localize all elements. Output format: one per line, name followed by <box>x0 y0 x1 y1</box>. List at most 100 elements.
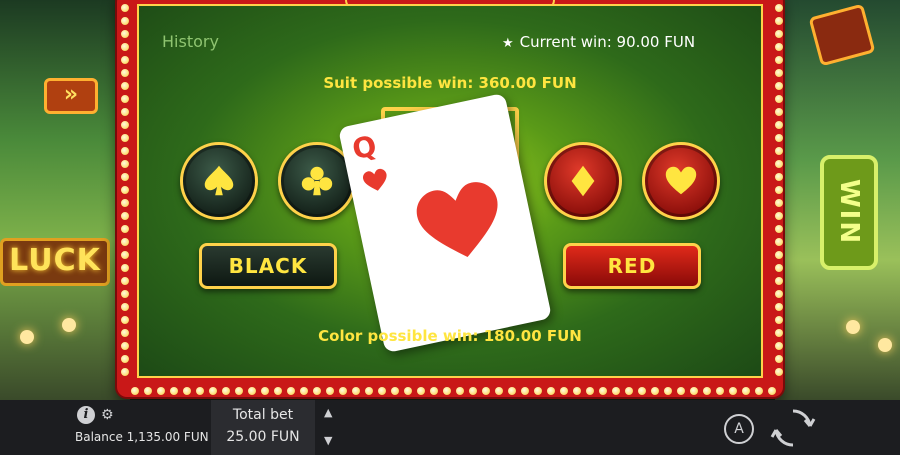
spade-icon <box>204 165 234 196</box>
marquee-bulb <box>183 387 191 395</box>
autoplay-button[interactable]: A <box>724 414 754 444</box>
bet-decrease-icon[interactable]: ▼ <box>324 434 332 447</box>
club-icon <box>301 166 333 196</box>
marquee-bulb <box>121 134 129 142</box>
marquee-bulb <box>775 238 783 246</box>
marquee-bulb <box>775 212 783 220</box>
marquee-bulb <box>121 30 129 38</box>
heart-icon <box>665 166 697 195</box>
heart-icon <box>362 168 387 191</box>
marquee-bulb <box>248 387 256 395</box>
marquee-bulb <box>573 387 581 395</box>
marquee-bulb <box>560 387 568 395</box>
marquee-bulb <box>121 368 129 376</box>
marquee-bulb <box>121 147 129 155</box>
marquee-bulb <box>469 387 477 395</box>
marquee-bulb <box>625 387 633 395</box>
marquee-bulb <box>742 387 750 395</box>
marquee-bulb <box>703 387 711 395</box>
red-button[interactable]: RED <box>563 243 701 289</box>
marquee-bulb <box>121 186 129 194</box>
marquee-bulb <box>209 387 217 395</box>
suit-possible-win: Suit possible win: 360.00 FUN <box>323 74 577 92</box>
current-win: ★ Current win: 90.00 FUN <box>502 33 695 51</box>
marquee-bulb <box>664 387 672 395</box>
marquee-bulb <box>121 225 129 233</box>
marquee-bulb <box>775 43 783 51</box>
marquee-bulb <box>157 387 165 395</box>
marquee-bulb <box>547 387 555 395</box>
marquee-bulb <box>521 387 529 395</box>
marquee-bulb <box>121 43 129 51</box>
gear-icon[interactable]: ⚙ <box>101 407 114 423</box>
marquee-bulb <box>586 387 594 395</box>
marquee-bulb <box>775 17 783 25</box>
marquee-bulb <box>121 290 129 298</box>
marquee-bulb <box>121 121 129 129</box>
marquee-bulb <box>651 387 659 395</box>
marquee-bulb <box>313 387 321 395</box>
marquee-bulb <box>121 199 129 207</box>
marquee-bulb <box>775 134 783 142</box>
marquee-bulb <box>775 368 783 376</box>
marquee-bulb <box>170 387 178 395</box>
marquee-bulb <box>144 387 152 395</box>
current-win-text: Current win: 90.00 FUN <box>519 33 696 51</box>
marquee-bulb <box>775 95 783 103</box>
marquee-bulb <box>690 387 698 395</box>
total-bet-value: 25.00 FUN <box>226 429 300 445</box>
marquee-bulb <box>775 186 783 194</box>
marquee-bulb <box>121 303 129 311</box>
marquee-bulb <box>391 387 399 395</box>
marquee-bulb <box>121 160 129 168</box>
marquee-bulb <box>121 355 129 363</box>
history-link[interactable]: History <box>162 32 219 51</box>
marquee-bulb <box>612 387 620 395</box>
marquee-bulb <box>775 316 783 324</box>
marquee-bulb <box>222 387 230 395</box>
suit-button-heart[interactable] <box>642 142 720 220</box>
marquee-bulb <box>339 387 347 395</box>
marquee-bulb <box>775 147 783 155</box>
marquee-bulb <box>599 387 607 395</box>
marquee-bulb <box>274 387 282 395</box>
marquee-bulb <box>716 387 724 395</box>
marquee-bulb <box>775 355 783 363</box>
marquee-bulb <box>755 387 763 395</box>
marquee-bulb <box>775 277 783 285</box>
marquee-bulb <box>775 303 783 311</box>
balance: Balance 1,135.00 FUN <box>75 430 209 444</box>
marquee-bulb <box>430 387 438 395</box>
heart-icon <box>416 182 498 258</box>
marquee-bulb <box>121 316 129 324</box>
marquee-bulb <box>121 212 129 220</box>
marquee-bulb <box>121 4 129 12</box>
marquee-bulb <box>638 387 646 395</box>
marquee-bulb <box>775 173 783 181</box>
marquee-bulb <box>456 387 464 395</box>
marquee-bulb <box>261 387 269 395</box>
marquee-bulb <box>196 387 204 395</box>
marquee-bulb <box>121 173 129 181</box>
marquee-bulb <box>775 290 783 298</box>
marquee-bulb <box>352 387 360 395</box>
marquee-bulb <box>235 387 243 395</box>
spin-icon[interactable] <box>770 405 816 451</box>
info-icon[interactable]: i <box>77 406 95 424</box>
marquee-bulb <box>300 387 308 395</box>
marquee-bulb <box>131 387 139 395</box>
bet-increase-icon[interactable]: ▲ <box>324 406 332 419</box>
marquee-bulb <box>775 251 783 259</box>
suit-button-diamond[interactable] <box>544 142 622 220</box>
marquee-bulb <box>775 56 783 64</box>
diamond-icon <box>571 165 595 197</box>
marquee-bulb <box>121 251 129 259</box>
marquee-bulb <box>482 387 490 395</box>
black-button[interactable]: BLACK <box>199 243 337 289</box>
marquee-bulb <box>775 4 783 12</box>
suit-button-spade[interactable] <box>180 142 258 220</box>
color-possible-win: Color possible win: 180.00 FUN <box>318 327 582 345</box>
marquee-bulb <box>326 387 334 395</box>
marquee-bulb <box>775 121 783 129</box>
marquee-bulb <box>775 30 783 38</box>
